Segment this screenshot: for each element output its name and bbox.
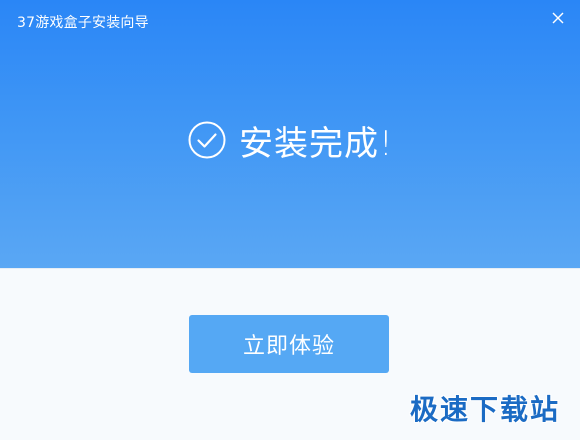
- close-button[interactable]: [548, 8, 568, 28]
- watermark-text: 极速下载站: [409, 393, 560, 426]
- header-banner: 37游戏盒子安装向导 安装完成!: [0, 0, 580, 268]
- close-icon: [552, 12, 564, 24]
- installer-window: 37游戏盒子安装向导 安装完成! 立即体验 极速下载站: [0, 0, 580, 440]
- install-status: 安装完成!: [188, 117, 394, 164]
- check-circle-icon: [188, 121, 226, 159]
- status-text: 安装完成!: [239, 123, 394, 164]
- experience-now-button[interactable]: 立即体验: [189, 315, 389, 373]
- window-title: 37游戏盒子安装向导: [17, 15, 149, 31]
